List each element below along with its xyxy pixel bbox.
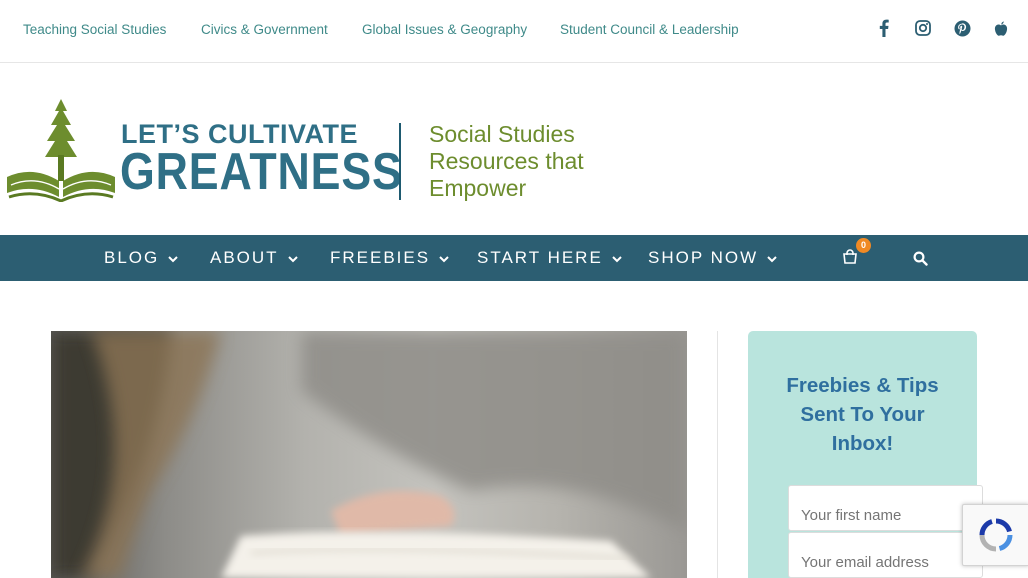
facebook-icon[interactable] <box>874 18 894 38</box>
instagram-icon[interactable] <box>913 18 933 38</box>
content-divider <box>717 331 718 578</box>
logo-divider <box>399 123 401 200</box>
main-nav: BLOG ABOUT FREEBIES START HERE SHOP NOW … <box>0 235 1028 281</box>
cart-button[interactable] <box>841 249 861 269</box>
top-bar: Teaching Social Studies Civics & Governm… <box>0 0 1028 63</box>
cart-count-badge: 0 <box>856 238 871 253</box>
chevron-down-icon <box>767 248 777 268</box>
nav-item-label: FREEBIES <box>330 248 431 267</box>
featured-image <box>51 331 687 578</box>
chevron-down-icon <box>287 248 298 268</box>
logo-tagline-line-2: Resources that <box>429 148 584 174</box>
nav-item-start-here[interactable]: START HERE <box>477 248 622 268</box>
nav-item-freebies[interactable]: FREEBIES <box>330 248 449 268</box>
optin-title: Freebies & Tips Sent To Your Inbox! <box>786 374 939 455</box>
pinterest-icon[interactable] <box>952 18 972 38</box>
cart-icon <box>841 249 859 271</box>
chevron-down-icon <box>439 248 449 268</box>
apple-icon[interactable] <box>991 18 1011 38</box>
logo-mark[interactable] <box>5 97 117 203</box>
chevron-down-icon <box>612 248 622 268</box>
first-name-field[interactable] <box>788 485 983 531</box>
nav-item-label: START HERE <box>477 248 603 267</box>
nav-item-blog[interactable]: BLOG <box>104 248 178 268</box>
search-icon <box>913 251 928 270</box>
top-link-teaching-social-studies[interactable]: Teaching Social Studies <box>23 22 166 37</box>
nav-item-label: ABOUT <box>210 248 279 267</box>
logo-tagline-line-3: Empower <box>429 175 527 201</box>
nav-item-label: BLOG <box>104 248 160 267</box>
nav-item-label: SHOP NOW <box>648 248 759 267</box>
top-link-civics-government[interactable]: Civics & Government <box>201 22 328 37</box>
email-field[interactable] <box>788 532 983 578</box>
recaptcha-badge[interactable] <box>962 504 1028 566</box>
chevron-down-icon <box>168 248 178 268</box>
logo-tagline-line-1: Social Studies <box>429 121 575 147</box>
search-button[interactable] <box>913 251 929 267</box>
nav-item-about[interactable]: ABOUT <box>210 248 298 268</box>
logo-line-2: GREATNESS <box>120 143 403 201</box>
top-link-global-issues-geography[interactable]: Global Issues & Geography <box>362 22 527 37</box>
recaptcha-icon <box>979 518 1013 557</box>
top-link-student-council-leadership[interactable]: Student Council & Leadership <box>560 22 739 37</box>
nav-item-shop-now[interactable]: SHOP NOW <box>648 248 777 268</box>
